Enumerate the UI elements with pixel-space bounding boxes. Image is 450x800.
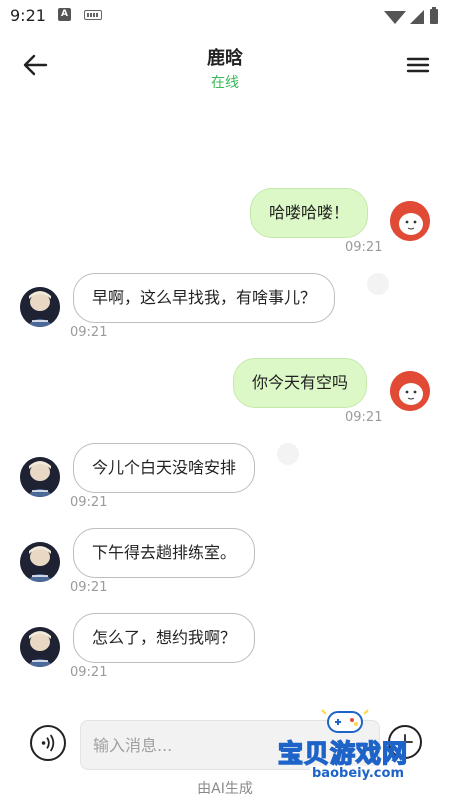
wifi-icon bbox=[384, 11, 406, 24]
contact-avatar bbox=[20, 287, 60, 327]
signal-icon bbox=[410, 10, 424, 24]
accessibility-icon: A bbox=[58, 8, 71, 21]
message-time: 09:21 bbox=[70, 580, 108, 595]
message-time: 09:21 bbox=[70, 325, 108, 340]
watermark-text: 宝贝游戏网 bbox=[277, 738, 409, 769]
contact-name: 鹿晗 bbox=[207, 48, 243, 69]
menu-icon[interactable] bbox=[404, 52, 432, 78]
user-avatar bbox=[390, 201, 430, 241]
message-bubble-received[interactable]: 今儿个白天没啥安排 bbox=[73, 443, 256, 493]
message-time: 09:21 bbox=[70, 495, 108, 510]
message-bubble-sent[interactable]: 你今天有空吗 bbox=[233, 358, 368, 408]
watermark-url: baobeiy.com bbox=[310, 766, 406, 781]
keyboard-icon bbox=[84, 10, 102, 20]
voice-icon[interactable] bbox=[30, 725, 66, 761]
battery-icon bbox=[430, 7, 438, 24]
speaker-icon[interactable] bbox=[277, 443, 299, 465]
message-bubble-received[interactable]: 早啊，这么早找我，有啥事儿？ bbox=[73, 273, 336, 323]
user-avatar bbox=[390, 371, 430, 411]
message-bubble-received[interactable]: 下午得去趟排练室。 bbox=[73, 528, 256, 578]
status-bar: 9:21 A bbox=[0, 0, 450, 30]
message-bubble-sent[interactable]: 哈喽哈喽！ bbox=[250, 188, 369, 238]
gamepad-icon bbox=[321, 709, 369, 733]
message-time: 09:21 bbox=[70, 665, 108, 680]
contact-avatar bbox=[20, 457, 60, 497]
chat-header: 鹿晗 在线 bbox=[0, 30, 450, 100]
speaker-icon[interactable] bbox=[367, 273, 389, 295]
chat-screen: 9:21 A 鹿晗 在线 哈喽哈喽！ 09:21 早啊，这么早找我，有啥事儿？ … bbox=[0, 0, 450, 800]
contact-avatar bbox=[20, 627, 60, 667]
message-bubble-received[interactable]: 怎么了，想约我啊？ bbox=[73, 613, 256, 663]
message-time: 09:21 bbox=[345, 240, 383, 255]
message-time: 09:21 bbox=[345, 410, 383, 425]
online-status: 在线 bbox=[211, 75, 239, 91]
watermark-logo: 宝贝游戏网 baobeiy.com bbox=[272, 706, 422, 786]
contact-avatar bbox=[20, 542, 60, 582]
system-status-icons bbox=[384, 7, 438, 24]
status-time: 9:21 bbox=[10, 6, 46, 25]
